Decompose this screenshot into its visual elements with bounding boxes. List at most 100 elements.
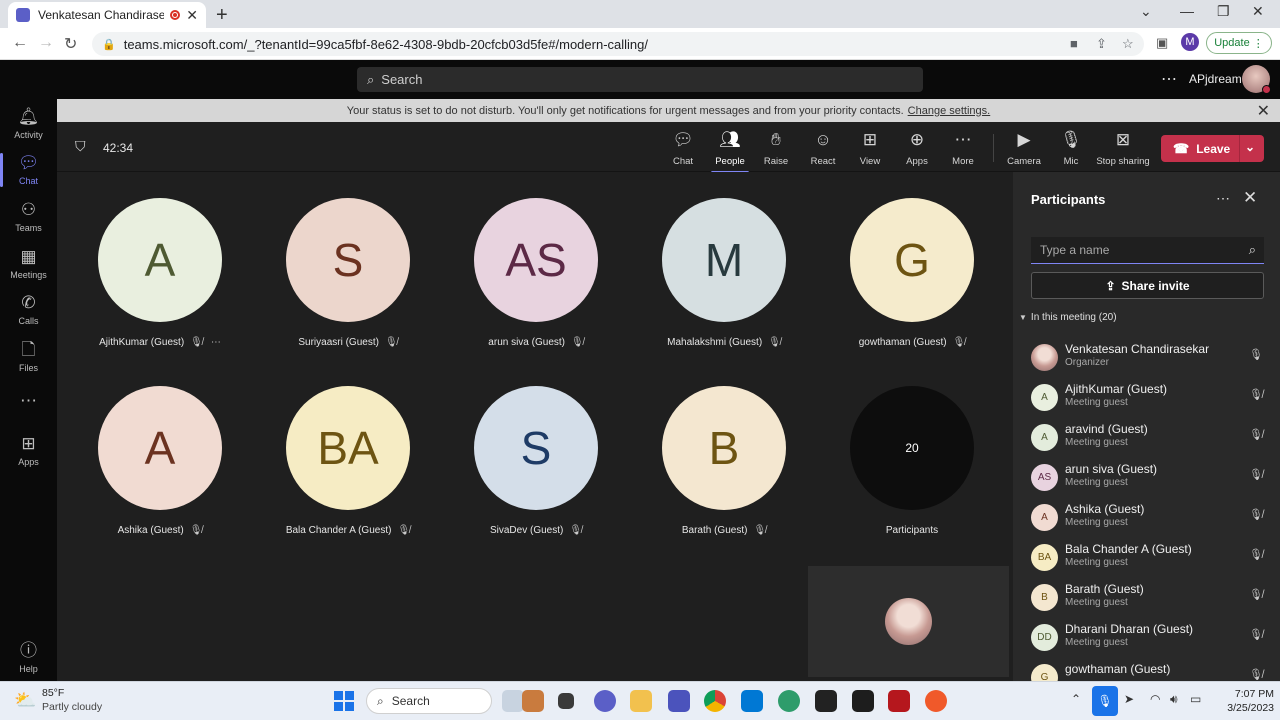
participant-tile[interactable]: M Mahalakshmi (Guest) 🎙︎̸: [630, 172, 818, 352]
url-field[interactable]: 🔒 teams.microsoft.com/_?tenantId=99ca5fb…: [92, 32, 1144, 56]
widgets-app-icon[interactable]: [502, 690, 524, 712]
rail-item-calls[interactable]: ✆ Calls: [0, 293, 57, 326]
participant-row[interactable]: A aravind (Guest) Meeting guest 🎙︎̸: [1031, 422, 1271, 458]
taskbar-search-input[interactable]: ⌕ Search: [366, 688, 492, 714]
mic-off-icon[interactable]: 🎙︎̸: [1249, 508, 1263, 521]
in-meeting-section-header[interactable]: ▼ In this meeting (20): [1019, 312, 1117, 323]
teams-chat-app-icon[interactable]: [594, 690, 616, 712]
minimize-icon[interactable]: —: [1180, 3, 1194, 19]
mic-off-icon[interactable]: 🎙︎̸: [1249, 588, 1263, 601]
pane-close-icon[interactable]: ✕: [1243, 188, 1257, 208]
change-settings-link[interactable]: Change settings.: [908, 105, 991, 117]
mic-off-icon[interactable]: 🎙︎̸: [1249, 628, 1263, 641]
chevron-up-icon[interactable]: ⌃: [1071, 692, 1081, 706]
tab-search-chevron-icon[interactable]: ⌄: [1140, 3, 1152, 20]
mic-off-icon[interactable]: 🎙︎̸: [1249, 468, 1263, 481]
mic-active-icon[interactable]: 🎙︎: [1092, 686, 1118, 716]
windows-start-icon[interactable]: [334, 691, 354, 711]
reload-icon[interactable]: ↻: [64, 34, 77, 54]
participant-tile[interactable]: AS arun siva (Guest) 🎙︎̸: [442, 172, 630, 352]
more-options-icon[interactable]: ⋯: [211, 337, 221, 348]
edge-app-icon[interactable]: [778, 690, 800, 712]
org-name[interactable]: APjdream: [1189, 72, 1242, 86]
stop-sharing-button[interactable]: ⊠ Stop sharing: [1095, 130, 1151, 167]
pane-more-icon[interactable]: ⋯: [1216, 190, 1230, 207]
self-view[interactable]: [808, 566, 1009, 677]
rail-item-meetings[interactable]: ▦ Meetings: [0, 247, 57, 280]
apps-button[interactable]: ⊕ Apps: [894, 130, 940, 167]
raise-hand-button[interactable]: ✋︎ Raise: [753, 130, 799, 167]
participant-row[interactable]: DD Dharani Dharan (Guest) Meeting guest …: [1031, 622, 1271, 658]
file-explorer-icon[interactable]: [630, 690, 652, 712]
rail-item-teams[interactable]: ⚇ Teams: [0, 200, 57, 233]
task-view-icon[interactable]: [558, 693, 574, 709]
maximize-icon[interactable]: ❐: [1217, 3, 1230, 20]
mic-on-icon[interactable]: 🎙︎: [1249, 348, 1263, 361]
chevron-down-icon[interactable]: ⌄: [1245, 140, 1255, 154]
participant-tile[interactable]: G gowthaman (Guest) 🎙︎̸: [818, 172, 1006, 352]
participant-tile[interactable]: B Barath (Guest) 🎙︎̸: [630, 360, 818, 540]
mic-off-icon[interactable]: 🎙︎̸: [1249, 548, 1263, 561]
share-invite-button[interactable]: ⇪ Share invite: [1031, 272, 1264, 299]
overflow-participants-tile[interactable]: 20 Participants: [818, 360, 1006, 540]
more-options-icon[interactable]: ⋯: [1161, 69, 1177, 89]
participant-row[interactable]: AS arun siva (Guest) Meeting guest 🎙︎̸: [1031, 462, 1271, 498]
rail-item-apps[interactable]: ⊞ Apps: [0, 434, 57, 467]
user-avatar[interactable]: [1242, 65, 1271, 94]
rail-more-apps-icon[interactable]: ⋯: [0, 391, 57, 414]
mic-off-icon[interactable]: 🎙︎̸: [1249, 428, 1263, 441]
view-button[interactable]: ⊞ View: [847, 130, 893, 167]
participant-tile[interactable]: S SivaDev (Guest) 🎙︎̸: [442, 360, 630, 540]
chrome-app-icon[interactable]: [704, 690, 726, 712]
chat-button[interactable]: 💬︎ Chat: [660, 130, 706, 167]
leave-button[interactable]: ☎ Leave ⌄: [1161, 135, 1264, 162]
bookmark-star-icon[interactable]: ☆: [1122, 36, 1134, 52]
participant-row[interactable]: A Ashika (Guest) Meeting guest 🎙︎̸: [1031, 502, 1271, 538]
system-clock[interactable]: 7:07 PM 3/25/2023: [1206, 687, 1274, 715]
update-button[interactable]: Update ⋮: [1206, 32, 1272, 54]
browser-tab[interactable]: Venkatesan Chandirasekar's ✕: [8, 2, 206, 28]
rail-item-chat[interactable]: 💬︎ Chat: [0, 153, 57, 187]
mic-off-icon[interactable]: 🎙︎̸: [1249, 668, 1263, 681]
camera-button[interactable]: ▶︎ Camera: [1001, 130, 1047, 167]
react-button[interactable]: ☺ React: [800, 130, 846, 167]
briefcase-app-icon[interactable]: [522, 690, 544, 712]
profile-avatar[interactable]: M: [1181, 33, 1199, 51]
vscode-app-icon[interactable]: [741, 690, 763, 712]
new-tab-button[interactable]: +: [216, 4, 228, 27]
people-button[interactable]: 👥︎ People: [707, 130, 753, 174]
shield-icon[interactable]: ⛉: [75, 138, 86, 155]
teams-app-icon[interactable]: [668, 690, 690, 712]
participant-row[interactable]: Venkatesan Chandirasekar Organizer 🎙︎: [1031, 342, 1271, 378]
share-icon[interactable]: ⇪: [1096, 36, 1107, 52]
participant-tile[interactable]: A AjithKumar (Guest) 🎙︎̸ ⋯: [66, 172, 254, 352]
volume-icon[interactable]: 🔊︎: [1170, 692, 1178, 707]
camera-blocked-icon[interactable]: ■: [1070, 36, 1078, 51]
window-close-icon[interactable]: ✕: [1252, 3, 1264, 20]
participant-row[interactable]: A AjithKumar (Guest) Meeting guest 🎙︎̸: [1031, 382, 1271, 418]
more-button[interactable]: ⋯ More: [940, 130, 986, 167]
forward-icon[interactable]: →: [38, 34, 54, 52]
mic-button[interactable]: 🎙︎ Mic: [1048, 130, 1094, 167]
participant-tile[interactable]: BA Bala Chander A (Guest) 🎙︎̸: [254, 360, 442, 540]
battery-icon[interactable]: ▭: [1190, 692, 1201, 706]
side-panel-icon[interactable]: ▣: [1156, 35, 1168, 51]
participant-tile[interactable]: A Ashika (Guest) 🎙︎̸: [66, 360, 254, 540]
tab-close-icon[interactable]: ✕: [186, 7, 198, 24]
back-icon[interactable]: ←: [12, 34, 28, 52]
participant-row[interactable]: BA Bala Chander A (Guest) Meeting guest …: [1031, 542, 1271, 578]
participant-search-input[interactable]: Type a name ⌕: [1031, 237, 1264, 264]
rail-item-files[interactable]: 🗋 Files: [0, 340, 57, 373]
filezilla-app-icon[interactable]: [888, 690, 910, 712]
rail-item-help[interactable]: ⓘ Help: [0, 641, 57, 674]
rail-item-activity[interactable]: 🔔︎ Activity: [0, 107, 57, 140]
participant-tile[interactable]: S Suriyaasri (Guest) 🎙︎̸: [254, 172, 442, 352]
participant-row[interactable]: B Barath (Guest) Meeting guest 🎙︎̸: [1031, 582, 1271, 618]
terminal-app-icon[interactable]: [815, 690, 837, 712]
wifi-icon[interactable]: ◠: [1150, 692, 1160, 706]
participant-row[interactable]: G gowthaman (Guest) 🎙︎̸: [1031, 662, 1271, 681]
notes-app-icon[interactable]: [852, 690, 874, 712]
teams-search-input[interactable]: ⌕ Search: [357, 67, 923, 92]
brave-app-icon[interactable]: [925, 690, 947, 712]
location-icon[interactable]: ➤: [1124, 692, 1134, 706]
